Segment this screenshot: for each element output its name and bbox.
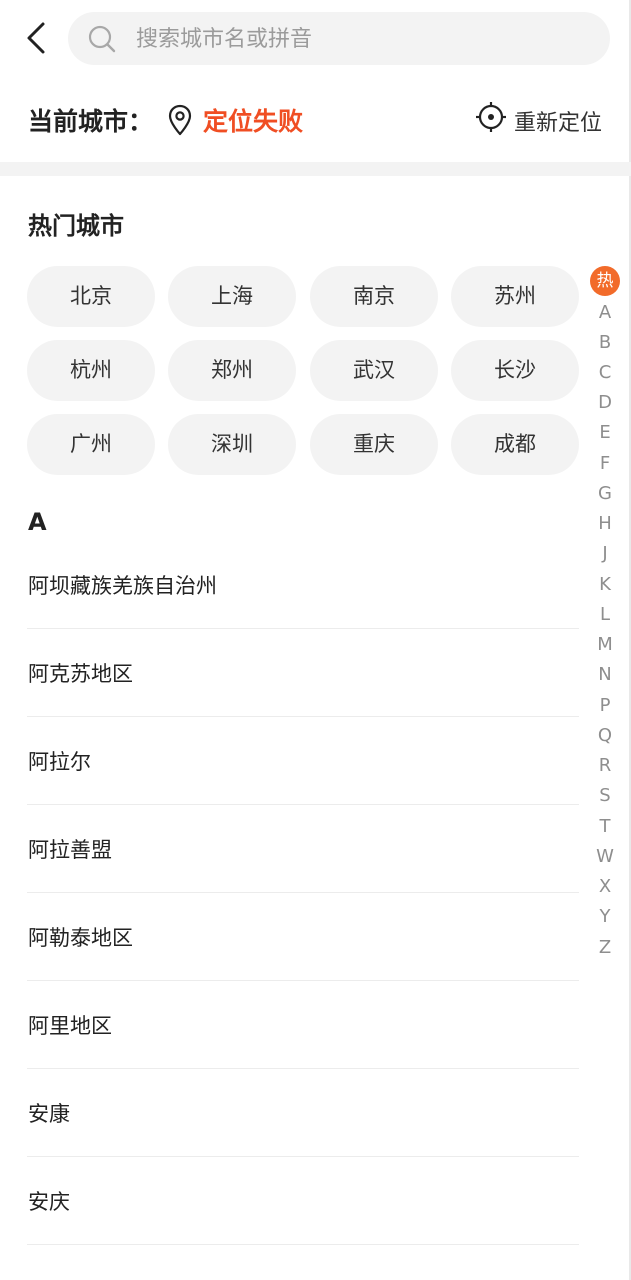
index-letter[interactable]: D [589,388,621,418]
hot-city-chip[interactable]: 南京 [310,266,438,327]
city-name: 安庆 [28,1190,70,1214]
hot-city-chip[interactable]: 北京 [27,266,155,327]
hot-city-chip[interactable]: 上海 [168,266,296,327]
hot-city-chip[interactable]: 重庆 [310,414,438,475]
index-letter[interactable]: N [589,660,621,690]
city-name: 安康 [28,1102,70,1126]
hot-city-chip[interactable]: 广州 [27,414,155,475]
city-name: 阿勒泰地区 [28,926,133,950]
current-city-bar: 当前城市： 定位失败 重新定位 [0,80,631,162]
index-letter[interactable]: W [589,842,621,872]
hot-city-chip[interactable]: 郑州 [168,340,296,401]
hot-cities-title: 热门城市 [28,212,124,240]
index-letter[interactable]: J [589,539,621,569]
city-name: 阿拉善盟 [28,838,112,862]
index-letter[interactable]: C [589,358,621,388]
hot-city-chip[interactable]: 杭州 [27,340,155,401]
index-letter[interactable]: E [589,418,621,448]
index-letter[interactable]: F [589,449,621,479]
back-button[interactable] [22,20,54,56]
list-item[interactable]: 安康 [27,1069,579,1157]
index-letter[interactable]: A [589,298,621,328]
search-input[interactable] [134,12,598,67]
index-letter[interactable]: L [589,600,621,630]
top-bar [0,0,631,80]
location-pin-icon [168,104,192,136]
list-item[interactable]: 阿勒泰地区 [27,893,579,981]
current-city-label: 当前城市： [28,107,154,136]
chevron-left-icon [27,22,45,54]
index-letter[interactable]: K [589,570,621,600]
city-name: 阿里地区 [28,1014,112,1038]
index-letter[interactable]: G [589,479,621,509]
crosshair-icon [476,102,506,132]
index-letter[interactable]: B [589,328,621,358]
hot-city-chip[interactable]: 武汉 [310,340,438,401]
list-item[interactable]: 阿拉尔 [27,717,579,805]
index-hot[interactable]: 热 [590,266,620,296]
hot-city-chip[interactable]: 苏州 [451,266,579,327]
list-item[interactable]: 阿坝藏族羌族自治州 [27,541,579,629]
hot-city-chip[interactable]: 成都 [451,414,579,475]
list-item[interactable]: 阿里地区 [27,981,579,1069]
index-letter[interactable]: Y [589,902,621,932]
index-letter[interactable]: M [589,630,621,660]
list-item[interactable]: 阿拉善盟 [27,805,579,893]
search-bar[interactable] [68,12,610,67]
city-name: 阿拉尔 [28,750,91,774]
hot-city-chip[interactable]: 长沙 [451,340,579,401]
section-divider [0,162,631,176]
index-letter[interactable]: H [589,509,621,539]
index-letter[interactable]: Q [589,721,621,751]
city-name: 阿克苏地区 [28,662,133,686]
hot-city-chip[interactable]: 深圳 [168,414,296,475]
index-letter[interactable]: T [589,812,621,842]
index-letter[interactable]: X [589,872,621,902]
list-item[interactable]: 阿克苏地区 [27,629,579,717]
index-letter[interactable]: R [589,751,621,781]
search-icon [88,25,116,53]
city-name: 阿坝藏族羌族自治州 [28,574,217,598]
relocate-label: 重新定位 [514,111,603,136]
section-header-a: A [28,508,47,536]
index-letter[interactable]: P [589,691,621,721]
index-letter[interactable]: Z [589,933,621,963]
list-item[interactable]: 安庆 [27,1157,579,1245]
location-status: 定位失败 [203,107,304,136]
index-letter[interactable]: S [589,781,621,811]
